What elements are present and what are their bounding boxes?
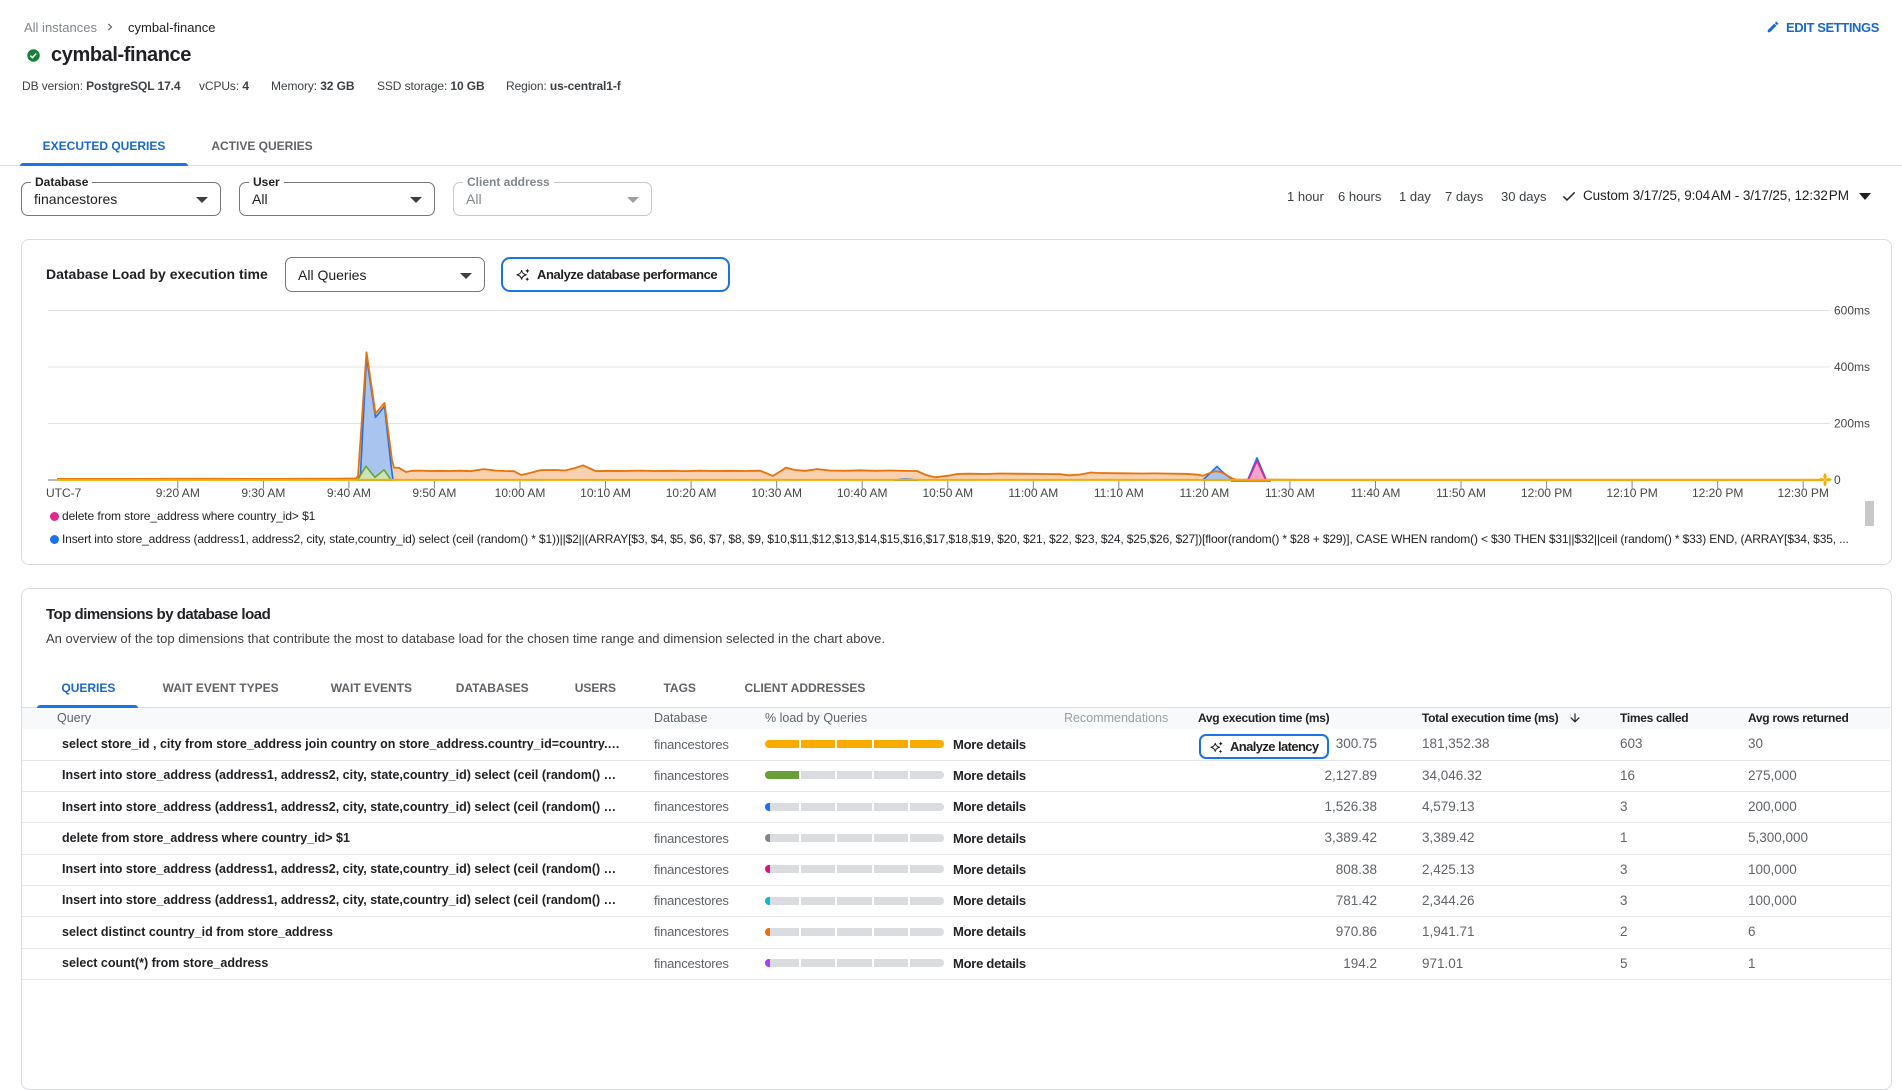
svg-text:10:00 AM: 10:00 AM (495, 486, 546, 500)
svg-text:10:40 AM: 10:40 AM (837, 486, 888, 500)
svg-text:200ms: 200ms (1834, 417, 1870, 431)
svg-text:400ms: 400ms (1834, 360, 1870, 374)
svg-text:9:40 AM: 9:40 AM (327, 486, 371, 500)
svg-text:11:00 AM: 11:00 AM (1008, 486, 1058, 500)
svg-text:12:10 PM: 12:10 PM (1606, 486, 1657, 500)
svg-text:10:30 AM: 10:30 AM (751, 486, 802, 500)
svg-text:11:30 AM: 11:30 AM (1265, 486, 1315, 500)
svg-text:9:50 AM: 9:50 AM (412, 486, 456, 500)
svg-text:11:50 AM: 11:50 AM (1436, 486, 1486, 500)
svg-text:12:00 PM: 12:00 PM (1521, 486, 1572, 500)
svg-text:600ms: 600ms (1834, 304, 1870, 318)
svg-text:9:30 AM: 9:30 AM (241, 486, 285, 500)
svg-text:10:10 AM: 10:10 AM (580, 486, 631, 500)
svg-text:12:30 PM: 12:30 PM (1778, 486, 1829, 500)
svg-text:11:10 AM: 11:10 AM (1094, 486, 1144, 500)
svg-text:11:40 AM: 11:40 AM (1351, 486, 1401, 500)
svg-text:UTC-7: UTC-7 (46, 486, 82, 500)
svg-text:0: 0 (1834, 473, 1841, 487)
svg-text:11:20 AM: 11:20 AM (1179, 486, 1229, 500)
svg-text:9:20 AM: 9:20 AM (156, 486, 200, 500)
svg-text:10:20 AM: 10:20 AM (666, 486, 717, 500)
svg-text:10:50 AM: 10:50 AM (922, 486, 973, 500)
svg-text:12:20 PM: 12:20 PM (1692, 486, 1743, 500)
